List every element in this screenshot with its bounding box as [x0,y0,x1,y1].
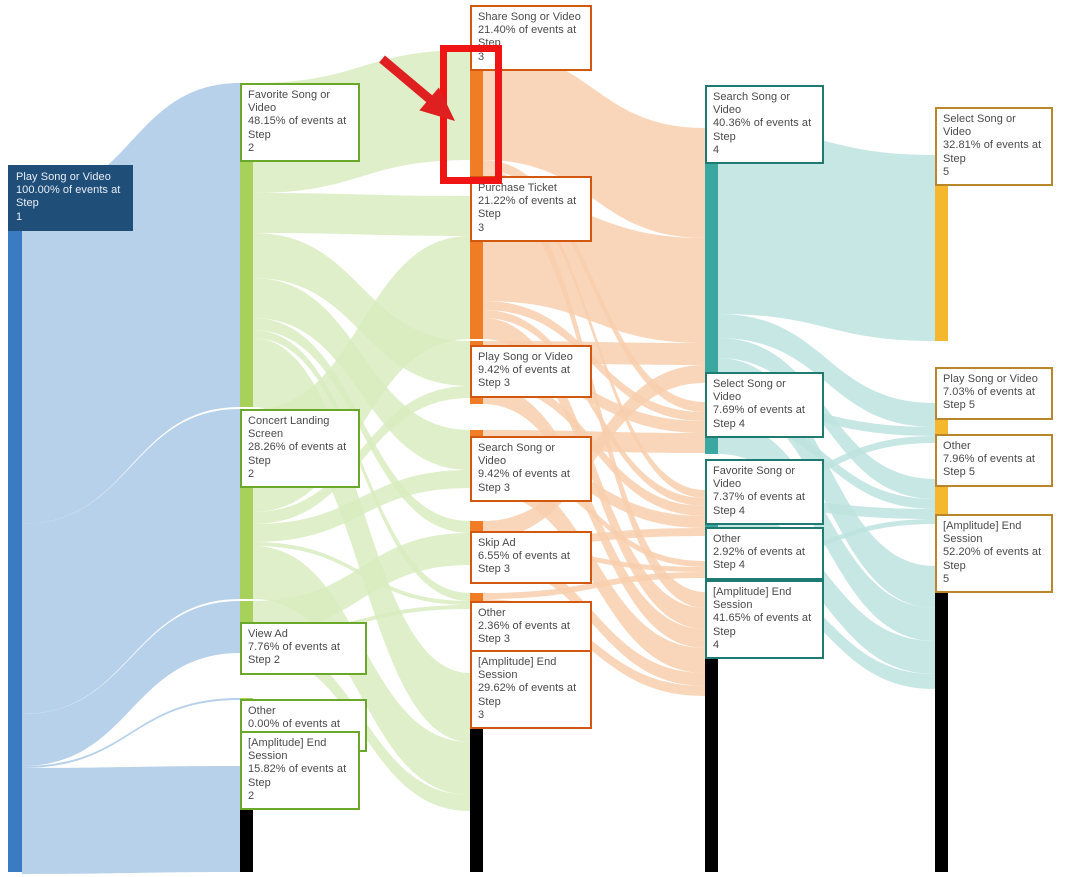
sankey-node-label[interactable]: Play Song or Video 9.42% of events at St… [470,345,592,398]
sankey-node-label[interactable]: Other 7.96% of events at Step 5 [935,434,1053,487]
sankey-node-label[interactable]: Favorite Song or Video 48.15% of events … [240,83,360,163]
sankey-node-label[interactable]: Purchase Ticket 21.22% of events at Step… [470,176,592,242]
sankey-node-label[interactable]: Play Song or Video 100.00% of events at … [8,165,133,231]
sankey-node-label[interactable]: Select Song or Video 7.69% of events at … [705,372,824,438]
sankey-node-label[interactable]: View Ad 7.76% of events at Step 2 [240,622,367,675]
sankey-node-label[interactable]: Other 2.92% of events at Step 4 [705,527,824,580]
sankey-node-bar[interactable] [935,566,948,872]
sankey-node-label[interactable]: [Amplitude] End Session 29.62% of events… [470,650,592,730]
sankey-node-bar[interactable] [8,200,22,872]
sankey-node-label[interactable]: Search Song or Video 9.42% of events at … [470,436,592,502]
sankey-node-label[interactable]: Select Song or Video 32.81% of events at… [935,107,1053,187]
sankey-node-label[interactable]: Play Song or Video 7.03% of events at St… [935,367,1053,420]
sankey-node-label[interactable]: [Amplitude] End Session 15.82% of events… [240,731,360,811]
sankey-node-label[interactable]: Concert Landing Screen 28.26% of events … [240,409,360,489]
sankey-node-label[interactable]: Other 2.36% of events at Step 3 [470,601,592,654]
sankey-node-label[interactable]: Skip Ad 6.55% of events at Step 3 [470,531,592,584]
sankey-node-label[interactable]: Search Song or Video 40.36% of events at… [705,85,824,165]
sankey-node-label[interactable]: [Amplitude] End Session 41.65% of events… [705,580,824,660]
sankey-link[interactable] [253,193,470,236]
sankey-link[interactable] [22,766,240,874]
highlight-rectangle [440,45,502,184]
sankey-node-label[interactable]: Favorite Song or Video 7.37% of events a… [705,459,824,525]
sankey-node-bar[interactable] [705,128,718,400]
sankey-node-label[interactable]: [Amplitude] End Session 52.20% of events… [935,514,1053,594]
sankey-diagram-canvas: Play Song or Video 100.00% of events at … [0,0,1080,877]
